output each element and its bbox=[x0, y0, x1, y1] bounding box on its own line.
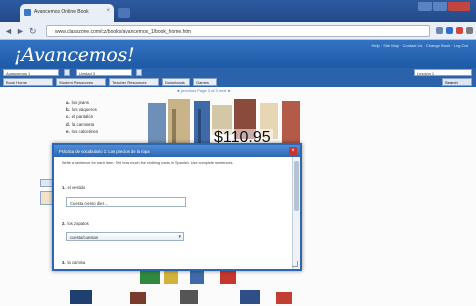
page-navigation[interactable]: ◄ previous Page 3 of 3 next ► bbox=[176, 88, 232, 93]
dialog-scrollbar[interactable] bbox=[292, 157, 300, 269]
answer-list: a. los jeans b. los vaqueros c. el pantalón… bbox=[66, 99, 98, 135]
menu-icon[interactable] bbox=[466, 27, 473, 34]
tab-close-icon[interactable]: × bbox=[106, 8, 110, 14]
search-button[interactable]: Search bbox=[442, 78, 472, 86]
book-go-button[interactable] bbox=[64, 69, 70, 76]
main-nav: Book Home Student Resources Teacher Reso… bbox=[0, 77, 476, 87]
dialog-instructions: Write a sentence for each item. Tell how… bbox=[62, 161, 234, 165]
tab-teacher-resources[interactable]: Teacher Resources bbox=[109, 78, 159, 86]
tab-student-resources[interactable]: Student Resources bbox=[56, 78, 106, 86]
dialog-title[interactable]: Práctica de vocabulario 1: Los precios d… bbox=[54, 145, 300, 157]
tab-book-home[interactable]: Book Home bbox=[3, 78, 53, 86]
close-icon[interactable]: × bbox=[289, 147, 297, 155]
maximize-button[interactable] bbox=[433, 2, 447, 11]
question-1-input[interactable]: Cuesta ciento diez... bbox=[66, 197, 186, 207]
book-select[interactable]: Avancemos 1 bbox=[3, 69, 59, 76]
resize-handle-icon[interactable] bbox=[292, 261, 298, 267]
bookmark-icon[interactable] bbox=[436, 27, 443, 34]
scrollbar-thumb[interactable] bbox=[294, 161, 299, 211]
question-2-select[interactable]: cuesta/cuestan ▾ bbox=[66, 232, 184, 241]
back-icon[interactable]: ◄ bbox=[4, 25, 13, 37]
extension-icon[interactable] bbox=[446, 27, 453, 34]
question-1-label: 1. el vestido bbox=[62, 185, 86, 190]
lesson-select[interactable]: Lección 1 bbox=[414, 69, 472, 76]
window-controls bbox=[418, 2, 470, 11]
site-header: ¡Avancemos! Help · Site Map · Contact Us… bbox=[0, 40, 476, 68]
book-selector-bar: Avancemos 1 Unidad 3 Lección 1 bbox=[0, 68, 476, 77]
minimize-button[interactable] bbox=[418, 2, 432, 11]
new-tab-button[interactable] bbox=[118, 8, 130, 18]
practice-dialog: Práctica de vocabulario 1: Los precios d… bbox=[52, 143, 302, 271]
browser-tab[interactable]: Avancemos Online Book × bbox=[20, 4, 114, 22]
address-bar[interactable]: www.classzone.com/cz/books/avancemos_1/b… bbox=[46, 25, 430, 37]
dialog-body: Write a sentence for each item. Tell how… bbox=[54, 157, 292, 269]
unit-select[interactable]: Unidad 3 bbox=[76, 69, 132, 76]
tab-downloads[interactable]: Downloads bbox=[162, 78, 190, 86]
tab-strip: Avancemos Online Book × bbox=[0, 0, 476, 22]
forward-icon[interactable]: ► bbox=[16, 25, 25, 37]
tab-games[interactable]: Games bbox=[193, 78, 217, 86]
question-2-label: 2. los zapatos bbox=[62, 221, 89, 226]
question-3-label: 3. la camisa bbox=[62, 260, 86, 265]
favicon-icon bbox=[24, 9, 31, 16]
address-toolbar: ◄ ► ↻ www.classzone.com/cz/books/avancem… bbox=[0, 22, 476, 40]
reload-icon[interactable]: ↻ bbox=[29, 25, 37, 37]
answer-item[interactable]: a. los jeans bbox=[66, 99, 98, 106]
header-links[interactable]: Help · Site Map · Contact Us · Change Bo… bbox=[372, 43, 469, 48]
answer-item[interactable]: e. los calcetines bbox=[66, 128, 98, 135]
site-logo[interactable]: ¡Avancemos! bbox=[14, 44, 135, 66]
answer-item[interactable]: b. los vaqueros bbox=[66, 106, 98, 113]
browser-window: Avancemos Online Book × ◄ ► ↻ www.classz… bbox=[0, 0, 476, 306]
extension-icon-2[interactable] bbox=[456, 27, 463, 34]
answer-item[interactable]: d. la camiseta bbox=[66, 121, 98, 128]
question-2-select-value: cuesta/cuestan bbox=[70, 235, 99, 240]
close-window-button[interactable] bbox=[448, 2, 470, 11]
answer-item[interactable]: c. el pantalón bbox=[66, 113, 98, 120]
chevron-down-icon: ▾ bbox=[178, 234, 181, 240]
unit-go-button[interactable] bbox=[136, 69, 142, 76]
tab-title: Avancemos Online Book bbox=[34, 9, 89, 15]
